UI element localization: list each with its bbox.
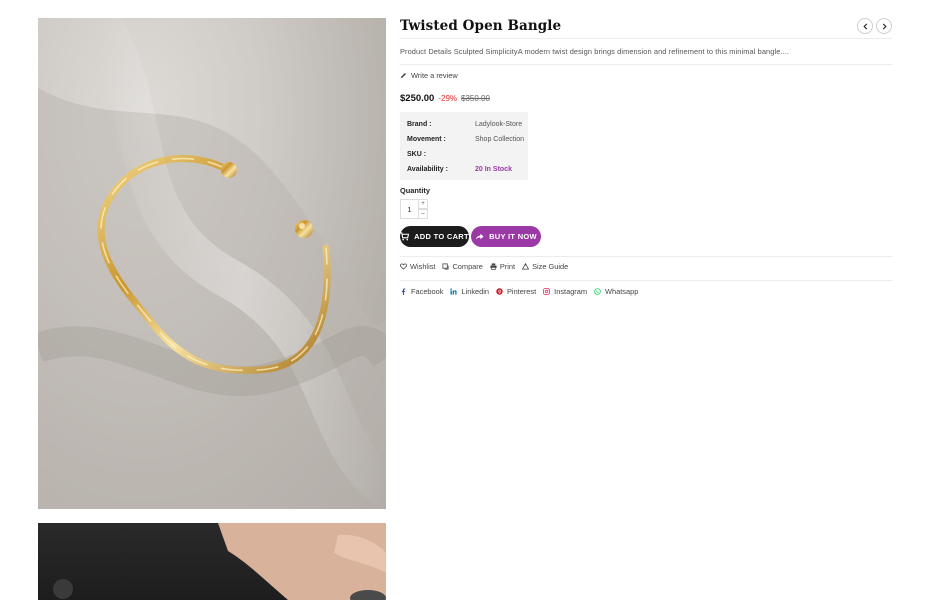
product-description: Product Details Sculpted SimplicityA mod…	[400, 47, 790, 56]
buy-it-now-button[interactable]: BUY IT NOW	[471, 226, 541, 247]
whatsapp-icon	[594, 288, 601, 295]
add-to-cart-label: ADD TO CART	[414, 232, 469, 241]
quantity-label: Quantity	[400, 186, 430, 195]
linkedin-icon	[450, 288, 458, 295]
stock-status: 20 In Stock	[475, 166, 512, 173]
compare-link[interactable]: Compare	[442, 262, 483, 271]
price-row: $250.00 -29% $350.00	[400, 93, 490, 104]
spec-label: Movement :	[407, 136, 446, 143]
compare-label: Compare	[452, 262, 483, 271]
facebook-icon	[401, 288, 406, 295]
spec-label: Availability :	[407, 166, 448, 173]
discount-badge: -29%	[438, 94, 458, 103]
share-linkedin[interactable]: Linkedin	[450, 287, 489, 296]
print-label: Print	[499, 262, 516, 271]
size-guide-link[interactable]: Size Guide	[522, 262, 568, 271]
social-share: Facebook Linkedin Pinterest Instagram Wh…	[400, 287, 638, 296]
cart-icon	[400, 232, 410, 241]
linkedin-label: Linkedin	[461, 287, 489, 296]
quantity-decrease-button[interactable]: –	[419, 209, 428, 219]
spec-row-sku: SKU :	[407, 147, 528, 162]
buy-it-now-label: BUY IT NOW	[489, 232, 537, 241]
size-guide-label: Size Guide	[532, 262, 569, 271]
wishlist-link[interactable]: Wishlist	[400, 262, 435, 271]
hand-photo	[53, 523, 386, 600]
add-to-cart-button[interactable]: ADD TO CART	[400, 226, 469, 247]
whatsapp-label: Whatsapp	[605, 287, 639, 296]
size-guide-icon	[522, 263, 530, 270]
compare-price: $350.00	[461, 94, 490, 103]
desc-divider	[400, 64, 892, 65]
write-review-label: Write a review	[411, 71, 458, 80]
chevron-left-icon	[862, 22, 867, 30]
bangle-photo	[38, 18, 386, 509]
wishlist-label: Wishlist	[410, 262, 436, 271]
product-image-secondary[interactable]	[38, 523, 386, 600]
title-divider	[400, 38, 892, 39]
spec-row-availability: Availability : 20 In Stock	[407, 162, 528, 177]
share-whatsapp[interactable]: Whatsapp	[594, 287, 638, 296]
pinterest-label: Pinterest	[507, 287, 537, 296]
spec-row-movement: Movement : Shop Collection	[407, 132, 528, 147]
spec-value: Shop Collection	[475, 136, 525, 143]
pencil-icon	[400, 73, 406, 79]
printer-icon	[490, 263, 497, 270]
share-facebook[interactable]: Facebook	[400, 287, 443, 296]
spec-label: SKU :	[407, 151, 427, 158]
chevron-right-icon	[882, 22, 887, 30]
product-title: Twisted Open Bangle	[400, 18, 562, 34]
product-specs: Brand : Ladylook-Store Movement : Shop C…	[400, 112, 528, 180]
current-price: $250.00	[400, 93, 435, 104]
quantity-input[interactable]: 1	[400, 199, 419, 219]
social-divider	[400, 280, 892, 281]
spec-value: Ladylook-Store	[475, 121, 523, 128]
spec-row-brand: Brand : Ladylook-Store	[407, 117, 528, 132]
compare-icon	[442, 263, 449, 270]
share-arrow-icon	[475, 233, 484, 240]
product-image-main[interactable]	[38, 18, 386, 509]
facebook-label: Facebook	[411, 287, 444, 296]
product-actions: Wishlist Compare Print Size Guide	[400, 262, 568, 271]
share-pinterest[interactable]: Pinterest	[496, 287, 536, 296]
print-link[interactable]: Print	[490, 262, 515, 271]
instagram-label: Instagram	[554, 287, 588, 296]
actions-top-divider	[400, 256, 892, 257]
next-product-button[interactable]	[876, 18, 892, 34]
write-review-link[interactable]: Write a review	[400, 71, 458, 80]
prev-product-button[interactable]	[857, 18, 873, 34]
quantity-increase-button[interactable]: +	[419, 199, 428, 209]
spec-label: Brand :	[407, 121, 432, 128]
pinterest-icon	[496, 288, 503, 295]
heart-icon	[400, 263, 407, 270]
share-instagram[interactable]: Instagram	[543, 287, 587, 296]
instagram-icon	[543, 288, 551, 295]
